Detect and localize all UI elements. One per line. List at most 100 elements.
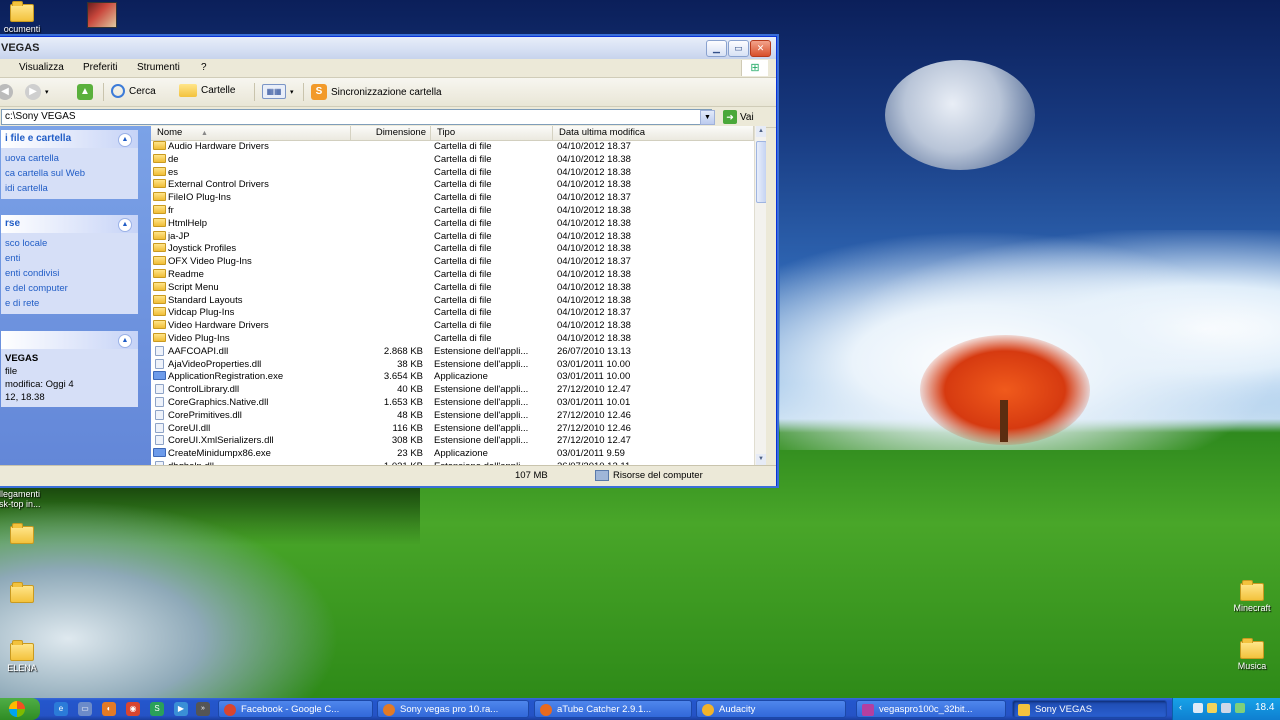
- desktop-icon-documenti[interactable]: ocumenti: [0, 1, 52, 34]
- file-row[interactable]: Joystick Profiles Cartella di file 04/10/2…: [151, 243, 754, 256]
- quicklaunch-chevron-icon[interactable]: »: [196, 702, 210, 716]
- maximize-button[interactable]: ▭: [728, 40, 749, 57]
- back-button[interactable]: ◀: [0, 84, 13, 100]
- file-row[interactable]: Vidcap Plug-Ins Cartella di file 04/10/201…: [151, 307, 754, 320]
- address-dropdown-button[interactable]: ▼: [700, 110, 715, 125]
- column-header-size[interactable]: Dimensione: [351, 126, 431, 140]
- file-row[interactable]: es Cartella di file 04/10/2012 18.38: [151, 166, 754, 180]
- tray-volume-icon[interactable]: [1221, 703, 1231, 713]
- file-row[interactable]: CoreUI.XmlSerializers.dll 308 KB Estension…: [151, 435, 754, 448]
- clock[interactable]: 18.4: [1255, 702, 1274, 713]
- desktop-icon-folder-1[interactable]: [0, 523, 52, 546]
- scroll-up-arrow-icon[interactable]: ▲: [756, 126, 766, 137]
- file-type: Cartella di file: [434, 204, 492, 216]
- dll-file-icon: [155, 409, 164, 420]
- file-row[interactable]: Video Hardware Drivers Cartella di file 04…: [151, 320, 754, 333]
- place-my-computer[interactable]: e del computer: [1, 281, 138, 296]
- start-button[interactable]: [0, 698, 40, 720]
- file-row[interactable]: de Cartella di file 04/10/2012 18.38: [151, 153, 754, 167]
- tray-network-icon[interactable]: [1193, 703, 1203, 713]
- task-vegaspro-installer[interactable]: vegaspro100c_32bit...: [856, 700, 1006, 718]
- task-share-folder[interactable]: idi cartella: [1, 181, 138, 196]
- tray-security-icon[interactable]: [1207, 703, 1217, 713]
- column-header-name[interactable]: Nome ▲: [151, 126, 351, 140]
- menu-preferiti[interactable]: Preferiti: [83, 62, 117, 73]
- file-row[interactable]: Audio Hardware Drivers Cartella di file 04…: [151, 141, 754, 154]
- file-row[interactable]: AjaVideoProperties.dll 38 KB Estensione de…: [151, 358, 754, 372]
- file-row[interactable]: CreateMinidumpx86.exe 23 KB Applicazione 03…: [151, 448, 754, 461]
- menu-strumenti[interactable]: Strumenti: [137, 62, 180, 73]
- place-documents[interactable]: enti: [1, 251, 138, 266]
- task-atube-catcher[interactable]: aTube Catcher 2.9.1...: [534, 700, 692, 718]
- show-desktop-icon[interactable]: ▭: [78, 702, 92, 716]
- file-row[interactable]: CoreGraphics.Native.dll 1.653 KB Estension…: [151, 396, 754, 410]
- forward-button[interactable]: ▶ ▾: [25, 84, 49, 100]
- file-row[interactable]: Readme Cartella di file 04/10/2012 18.38: [151, 268, 754, 282]
- collapse-chevron-icon[interactable]: ▲: [118, 334, 132, 348]
- dll-file-icon: [155, 396, 164, 407]
- task-sony-vegas-folder[interactable]: Sony VEGAS: [1012, 700, 1167, 718]
- file-date: 03/01/2011 9.59: [557, 448, 625, 460]
- file-row[interactable]: Video Plug-Ins Cartella di file 04/10/2012…: [151, 332, 754, 346]
- address-input[interactable]: c:\Sony VEGAS: [1, 109, 712, 125]
- tray-expand-icon[interactable]: ‹: [1179, 702, 1182, 712]
- file-row[interactable]: HtmlHelp Cartella di file 04/10/2012 18.38: [151, 217, 754, 231]
- desktop-icon-collegamenti[interactable]: ollegamenti esk-top in...: [0, 489, 54, 509]
- vertical-scrollbar[interactable]: ▲ ▼: [754, 126, 766, 465]
- file-row[interactable]: ApplicationRegistration.exe 3.654 KB Appli…: [151, 371, 754, 384]
- file-row[interactable]: fr Cartella di file 04/10/2012 18.38: [151, 204, 754, 218]
- window-titlebar[interactable]: VEGAS ▁ ▭ ✕: [0, 37, 776, 59]
- skype-icon[interactable]: S: [150, 702, 164, 716]
- ie-icon[interactable]: e: [54, 702, 68, 716]
- chrome-icon[interactable]: ◉: [126, 702, 140, 716]
- file-tasks-header[interactable]: i file e cartella ▲: [1, 130, 138, 148]
- minimize-button[interactable]: ▁: [706, 40, 727, 57]
- file-row[interactable]: OFX Video Plug-Ins Cartella di file 04/10/…: [151, 256, 754, 269]
- desktop-icon-folder-2[interactable]: [0, 582, 52, 605]
- sync-folder-button[interactable]: S Sincronizzazione cartella: [311, 84, 442, 100]
- folders-button[interactable]: Cartelle: [179, 84, 235, 97]
- file-row[interactable]: Standard Layouts Cartella di file 04/10/20…: [151, 294, 754, 308]
- search-button[interactable]: Cerca: [111, 84, 156, 98]
- views-button[interactable]: ▦▦ ▾: [262, 84, 294, 99]
- file-row[interactable]: FileIO Plug-Ins Cartella di file 04/10/201…: [151, 192, 754, 205]
- file-row[interactable]: AAFCOAPI.dll 2.868 KB Estensione dell'appl…: [151, 345, 754, 359]
- place-shared-documents[interactable]: enti condivisi: [1, 266, 138, 281]
- media-icon[interactable]: ▶: [174, 702, 188, 716]
- file-row[interactable]: External Control Drivers Cartella di file…: [151, 179, 754, 192]
- place-local-disk[interactable]: sco locale: [1, 236, 138, 251]
- task-sony-vegas-rar[interactable]: Sony vegas pro 10.ra...: [377, 700, 529, 718]
- scroll-thumb[interactable]: [756, 141, 766, 203]
- desktop-icon-musica[interactable]: Musica: [1222, 638, 1280, 671]
- other-places-header[interactable]: rse ▲: [1, 215, 138, 233]
- file-row[interactable]: CorePrimitives.dll 48 KB Estensione dell'a…: [151, 409, 754, 423]
- desktop-icon-minecraft[interactable]: Minecraft: [1222, 580, 1280, 613]
- file-name: fr: [168, 204, 174, 216]
- up-folder-button[interactable]: ▲: [77, 84, 93, 100]
- column-header-date[interactable]: Data ultima modifica: [553, 126, 754, 140]
- file-row[interactable]: Script Menu Cartella di file 04/10/2012 18…: [151, 281, 754, 295]
- tray-update-icon[interactable]: [1235, 703, 1245, 713]
- task-facebook[interactable]: Facebook - Google C...: [218, 700, 373, 718]
- task-new-folder[interactable]: uova cartella: [1, 151, 138, 166]
- go-button[interactable]: ➜ Vai: [723, 110, 754, 124]
- file-row[interactable]: CoreUI.dll 116 KB Estensione dell'appli...…: [151, 422, 754, 436]
- place-network[interactable]: e di rete: [1, 296, 138, 311]
- close-button[interactable]: ✕: [750, 40, 771, 57]
- menu-visualizza[interactable]: Visualizza: [19, 62, 64, 73]
- file-name: ApplicationRegistration.exe: [168, 371, 284, 383]
- collapse-chevron-icon[interactable]: ▲: [118, 133, 132, 147]
- folder-icon: [153, 192, 166, 202]
- column-header-type[interactable]: Tipo: [431, 126, 553, 140]
- file-row[interactable]: ControlLibrary.dll 40 KB Estensione dell'a…: [151, 384, 754, 397]
- file-row[interactable]: ja-JP Cartella di file 04/10/2012 18.38: [151, 230, 754, 244]
- desktop-icon-elena[interactable]: ELENA: [0, 640, 52, 673]
- menu-help[interactable]: ?: [201, 62, 207, 73]
- task-publish-web[interactable]: ca cartella sul Web: [1, 166, 138, 181]
- task-audacity[interactable]: Audacity: [696, 700, 846, 718]
- details-header[interactable]: ▲: [1, 331, 138, 349]
- desktop-icon-game[interactable]: [72, 2, 132, 28]
- scroll-down-arrow-icon[interactable]: ▼: [756, 454, 766, 465]
- collapse-chevron-icon[interactable]: ▲: [118, 218, 132, 232]
- firefox-icon[interactable]: ◐: [102, 702, 116, 716]
